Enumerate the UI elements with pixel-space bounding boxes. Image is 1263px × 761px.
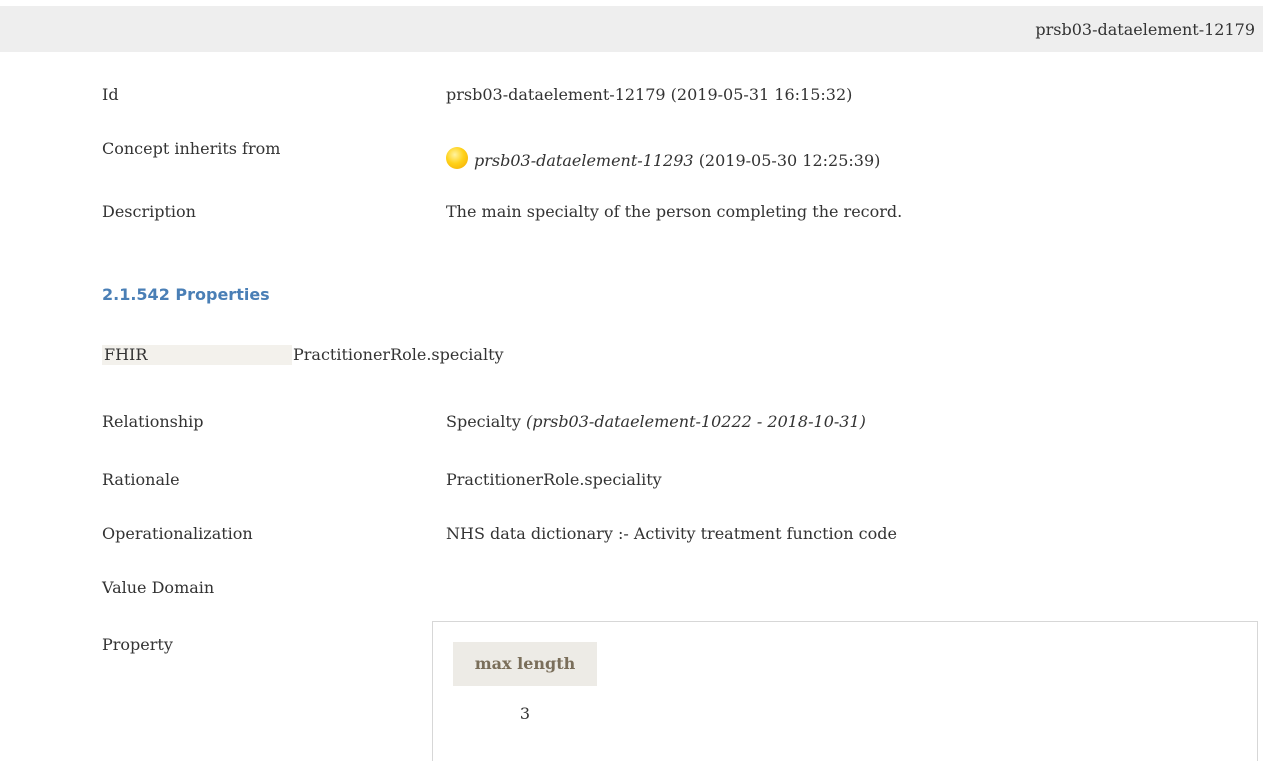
id-row: Id prsb03-dataelement-12179 (2019-05-31 … [0,85,1263,109]
operationalization-label: Operationalization [102,524,253,543]
rationale-label: Rationale [102,470,180,489]
description-row: Description The main specialty of the pe… [0,202,1263,226]
property-table: max length 3 [432,621,1258,761]
inherits-row: Concept inherits from prsb03-dataelement… [0,139,1263,170]
value-domain-row: Value Domain [0,578,1263,602]
yellow-status-dot-icon [446,147,468,169]
relationship-row: Relationship Specialty (prsb03-dataeleme… [0,412,1263,436]
fhir-label: FHIR [102,345,292,365]
properties-heading: 2.1.542 Properties [102,285,270,304]
relationship-label: Relationship [102,412,204,431]
description-label: Description [102,202,196,221]
inherits-label: Concept inherits from [102,139,281,158]
inherits-link[interactable]: prsb03-dataelement-11293 [474,151,694,170]
fhir-value: PractitionerRole.specialty [293,345,504,364]
relationship-ref: (prsb03-dataelement-10222 - 2018-10-31) [525,412,866,431]
element-id-header: prsb03-dataelement-12179 [1035,20,1255,39]
inherits-value: prsb03-dataelement-11293 (2019-05-30 12:… [446,147,880,170]
operationalization-row: Operationalization NHS data dictionary :… [0,524,1263,548]
rationale-row: Rationale PractitionerRole.speciality [0,470,1263,494]
id-value: prsb03-dataelement-12179 (2019-05-31 16:… [446,85,853,104]
property-label: Property [102,635,173,654]
max-length-value: 3 [519,704,531,723]
operationalization-value: NHS data dictionary :- Activity treatmen… [446,524,897,543]
description-value: The main specialty of the person complet… [446,202,903,221]
rationale-value: PractitionerRole.speciality [446,470,662,489]
value-domain-label: Value Domain [102,578,215,597]
relationship-value: Specialty (prsb03-dataelement-10222 - 20… [446,412,866,431]
inherits-date: (2019-05-30 12:25:39) [698,151,881,170]
max-length-header: max length [453,642,597,686]
title-bar: prsb03-dataelement-12179 [0,6,1263,52]
relationship-name: Specialty [446,412,521,431]
id-label: Id [102,85,119,104]
